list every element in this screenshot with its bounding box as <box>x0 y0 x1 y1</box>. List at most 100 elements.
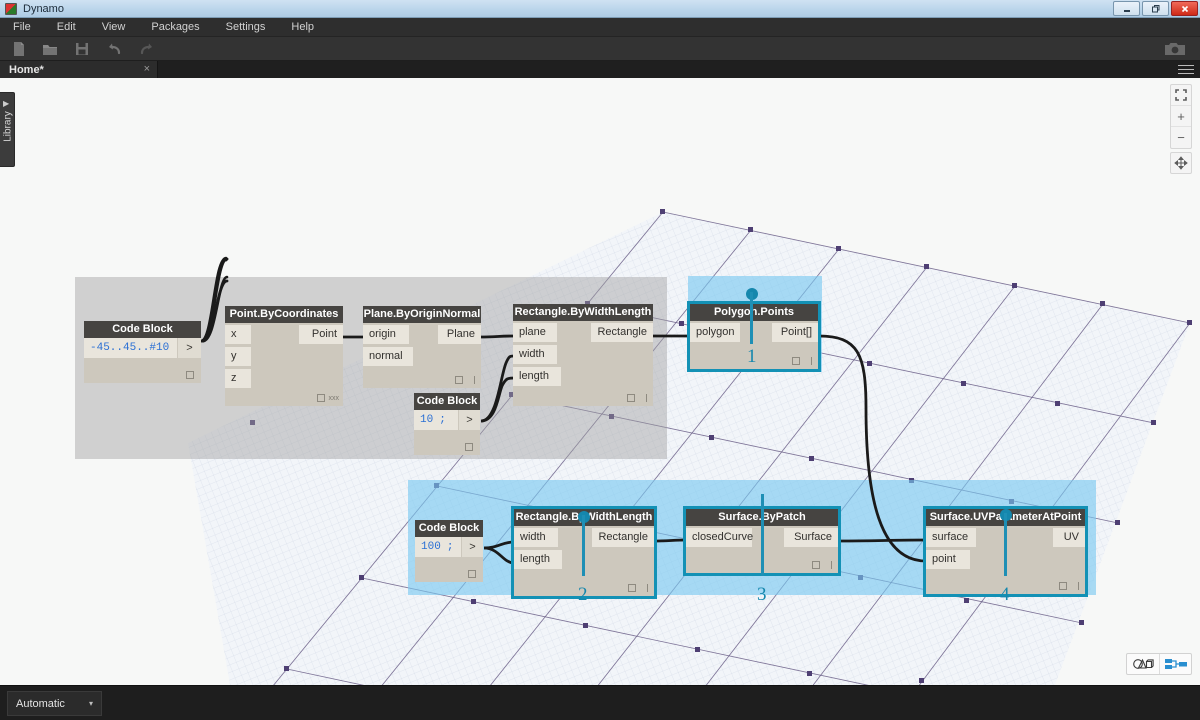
tab-home[interactable]: Home* × <box>0 61 158 78</box>
node-code-block-2[interactable]: Code Block 10; > <box>414 393 480 455</box>
node-preview-toggle-icon[interactable] <box>627 394 635 402</box>
input-port-length[interactable]: length <box>513 367 561 386</box>
node-lacing-icon[interactable] <box>474 376 475 384</box>
graph-view-toggle[interactable] <box>1159 654 1191 674</box>
output-port-surface[interactable]: Surface <box>784 528 838 547</box>
code-block-text[interactable]: 100 <box>415 541 441 553</box>
node-plane-byoriginnormal[interactable]: Plane.ByOriginNormal origin normal Plane <box>363 306 481 388</box>
menu-packages[interactable]: Packages <box>138 18 212 37</box>
node-lacing-icon[interactable] <box>1078 582 1079 590</box>
node-body[interactable]: -45..45..#10; > <box>84 338 201 383</box>
run-mode-value: Automatic <box>16 697 65 710</box>
menu-edit[interactable]: Edit <box>44 18 89 37</box>
code-block-output-port[interactable]: > <box>458 410 480 430</box>
restore-button[interactable] <box>1142 1 1169 16</box>
input-port-width[interactable]: width <box>513 345 557 364</box>
input-port-z[interactable]: z <box>225 369 251 388</box>
geometry-view-toggle[interactable] <box>1127 654 1159 674</box>
close-icon <box>1181 5 1188 12</box>
redo-icon[interactable] <box>137 40 155 58</box>
node-preview-toggle-icon[interactable] <box>186 371 194 379</box>
node-preview-toggle-icon[interactable] <box>455 376 463 384</box>
node-preview-toggle-icon[interactable] <box>465 443 473 451</box>
code-block-text[interactable]: 10 <box>414 414 433 426</box>
title-bar: Dynamo <box>0 0 1200 18</box>
menu-settings[interactable]: Settings <box>213 18 279 37</box>
tab-overflow-menu-icon[interactable] <box>1178 65 1194 75</box>
input-port-origin[interactable]: origin <box>363 325 409 344</box>
node-rectangle-bywidthlength-1[interactable]: Rectangle.ByWidthLength plane width leng… <box>513 304 653 406</box>
undo-icon[interactable] <box>106 40 124 58</box>
node-title: Code Block <box>414 393 480 410</box>
node-code-block-3[interactable]: Code Block 100; > <box>415 520 483 582</box>
node-lacing-icon[interactable] <box>646 394 647 402</box>
input-port-point[interactable]: point <box>926 550 970 569</box>
new-file-icon[interactable] <box>10 40 28 58</box>
callout-line-1 <box>750 292 753 344</box>
input-port-closedcurve[interactable]: closedCurve <box>686 528 753 547</box>
node-preview-toggle-icon[interactable] <box>468 570 476 578</box>
input-port-plane[interactable]: plane <box>513 323 557 342</box>
code-block-output-port[interactable]: > <box>177 338 201 358</box>
toolbar <box>0 37 1200 61</box>
save-file-icon[interactable] <box>73 40 91 58</box>
input-port-x[interactable]: x <box>225 325 251 344</box>
callout-number-3: 3 <box>757 584 767 605</box>
output-port-rectangle[interactable]: Rectangle <box>591 323 653 342</box>
node-preview-toggle-icon[interactable] <box>792 357 800 365</box>
menu-view[interactable]: View <box>89 18 139 37</box>
node-lacing-icon[interactable]: xxx <box>329 395 340 402</box>
code-block-text[interactable]: -45..45..#10 <box>84 342 169 354</box>
node-body[interactable]: origin normal Plane <box>363 323 481 388</box>
node-preview-toggle-icon[interactable] <box>628 584 636 592</box>
node-lacing-icon[interactable] <box>647 584 648 592</box>
menu-file[interactable]: File <box>0 18 44 37</box>
node-title: Rectangle.ByWidthLength <box>513 304 653 321</box>
node-lacing-icon[interactable] <box>831 561 832 569</box>
node-body[interactable]: 100; > <box>415 537 483 582</box>
library-panel-collapsed[interactable]: ▶ Library <box>0 92 15 167</box>
status-bar: Automatic ▾ <box>0 685 1200 720</box>
tab-label: Home* <box>9 63 44 76</box>
zoom-to-fit-icon <box>1175 89 1187 101</box>
input-port-surface[interactable]: surface <box>926 528 976 547</box>
window-title: Dynamo <box>23 2 64 15</box>
output-port-rectangle[interactable]: Rectangle <box>592 528 654 547</box>
node-preview-toggle-icon[interactable] <box>1059 582 1067 590</box>
pan-button[interactable] <box>1170 152 1192 174</box>
output-port-uv[interactable]: UV <box>1053 528 1085 547</box>
callout-number-4: 4 <box>1000 584 1010 605</box>
node-point-bycoordinates[interactable]: Point.ByCoordinates x y z Point xxx <box>225 306 343 406</box>
input-port-polygon[interactable]: polygon <box>690 323 740 342</box>
tab-close-icon[interactable]: × <box>144 63 150 75</box>
chevron-down-icon[interactable]: ▾ <box>89 699 93 708</box>
input-port-normal[interactable]: normal <box>363 347 413 366</box>
zoom-controls: + − <box>1170 84 1192 149</box>
dynamo-logo-icon <box>5 2 17 15</box>
open-file-icon[interactable] <box>41 40 59 58</box>
input-port-y[interactable]: y <box>225 347 251 366</box>
code-block-output-port[interactable]: > <box>461 537 483 557</box>
node-body[interactable]: plane width length Rectangle <box>513 321 653 406</box>
node-preview-toggle-icon[interactable] <box>317 394 325 402</box>
node-body[interactable]: x y z Point xxx <box>225 323 343 406</box>
run-mode-select[interactable]: Automatic ▾ <box>7 691 102 716</box>
minimize-button[interactable] <box>1113 1 1140 16</box>
output-port-plane[interactable]: Plane <box>438 325 481 344</box>
tab-bar: Home* × <box>0 61 1200 78</box>
graph-canvas[interactable]: ▶ Library + − Code Block -45..45..#10 > … <box>0 78 1200 685</box>
node-code-block-1[interactable]: Code Block -45..45..#10; > <box>84 321 201 383</box>
output-port-point-array[interactable]: Point[] <box>772 323 818 342</box>
output-port-point[interactable]: Point <box>299 325 343 344</box>
input-port-length[interactable]: length <box>514 550 562 569</box>
menu-help[interactable]: Help <box>278 18 327 37</box>
node-lacing-icon[interactable] <box>811 357 812 365</box>
node-preview-toggle-icon[interactable] <box>812 561 820 569</box>
input-port-width[interactable]: width <box>514 528 558 547</box>
node-body[interactable]: 10; > <box>414 410 480 455</box>
close-button[interactable] <box>1171 1 1198 16</box>
zoom-out-button[interactable]: − <box>1171 127 1191 148</box>
camera-icon[interactable] <box>1164 41 1186 57</box>
zoom-to-fit-button[interactable] <box>1171 85 1191 106</box>
zoom-in-button[interactable]: + <box>1171 106 1191 127</box>
